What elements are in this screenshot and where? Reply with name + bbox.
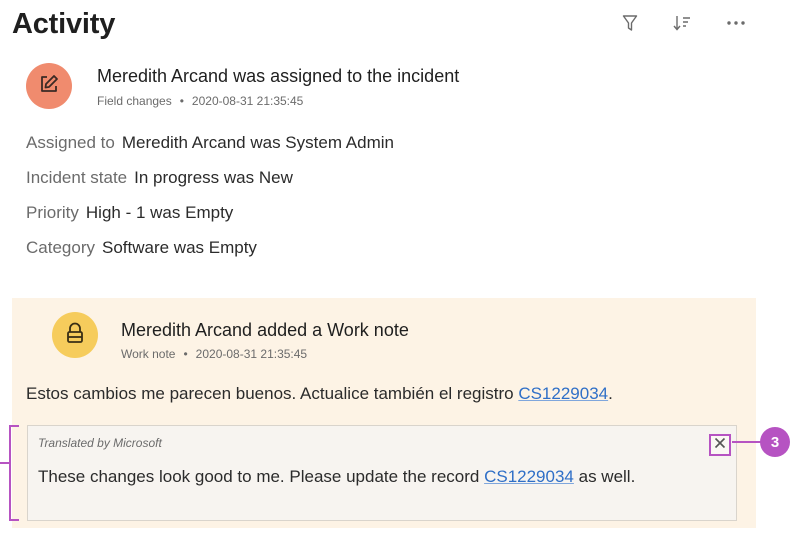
entry-type: Field changes <box>97 94 172 108</box>
entry-timestamp: 2020-08-31 21:35:45 <box>195 347 308 361</box>
note-text-body: Estos cambios me parecen buenos. Actuali… <box>26 384 519 403</box>
close-icon <box>714 436 726 454</box>
translation-text: These changes look good to me. Please up… <box>38 464 698 489</box>
annotation-bracket-tick <box>0 462 9 464</box>
translation-record-link[interactable]: CS1229034 <box>484 467 574 486</box>
sort-icon[interactable] <box>671 12 693 34</box>
work-note-avatar <box>52 312 98 358</box>
field-row-category: Category Software was Empty <box>26 238 257 258</box>
callout-badge: 3 <box>760 427 790 457</box>
entry-meta: Field changes • 2020-08-31 21:35:45 <box>97 94 304 108</box>
field-row-assigned-to: Assigned to Meredith Arcand was System Ad… <box>26 133 394 153</box>
entry-title: Meredith Arcand was assigned to the inci… <box>97 66 460 86</box>
note-text-end: . <box>608 384 613 403</box>
field-label: Assigned to <box>26 133 115 152</box>
field-label: Incident state <box>26 168 128 187</box>
field-row-incident-state: Incident state In progress was New <box>26 168 293 188</box>
field-value: Meredith Arcand was System Admin <box>121 133 394 152</box>
translation-label: Translated by Microsoft <box>38 436 162 450</box>
filter-icon[interactable] <box>619 12 641 34</box>
annotation-bracket <box>9 425 19 521</box>
translation-end: as well. <box>573 467 636 486</box>
more-icon[interactable] <box>725 12 747 34</box>
field-label: Category <box>26 238 95 257</box>
translation-body: These changes look good to me. Please up… <box>38 467 485 486</box>
entry-type: Work note <box>121 347 176 361</box>
edit-icon <box>38 73 60 100</box>
field-value: Software was Empty <box>101 238 257 257</box>
record-link[interactable]: CS1229034 <box>518 384 608 403</box>
work-note-text: Estos cambios me parecen buenos. Actuali… <box>26 384 613 404</box>
field-label: Priority <box>26 203 79 222</box>
entry-meta: Work note • 2020-08-31 21:35:45 <box>121 347 308 361</box>
field-value: In progress was New <box>134 168 293 187</box>
entry-title: Meredith Arcand added a Work note <box>121 320 409 340</box>
close-translation-button[interactable] <box>709 434 731 456</box>
translation-box: Translated by Microsoft These changes lo… <box>27 425 737 521</box>
field-row-priority: Priority High - 1 was Empty <box>26 203 233 223</box>
page-title: Activity <box>12 8 116 40</box>
lock-icon <box>65 322 85 349</box>
field-change-avatar <box>26 63 72 109</box>
callout-line <box>732 441 762 443</box>
entry-timestamp: 2020-08-31 21:35:45 <box>191 94 304 108</box>
field-value: High - 1 was Empty <box>85 203 234 222</box>
activity-header: Activity <box>12 6 782 46</box>
